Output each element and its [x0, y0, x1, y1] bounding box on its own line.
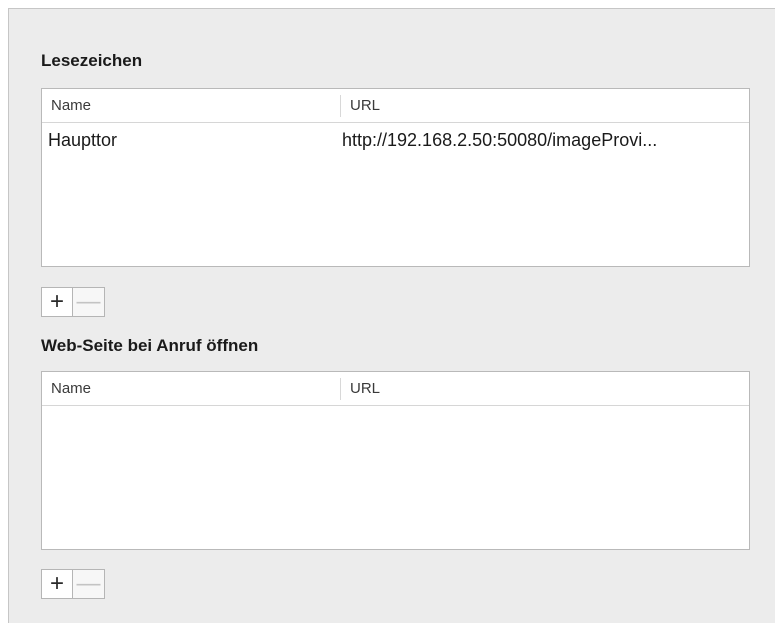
bookmark-url-cell: http://192.168.2.50:50080/imageProvi... — [342, 130, 658, 150]
table-row[interactable]: Haupttor http://192.168.2.50:50080/image… — [42, 123, 749, 157]
open-page-section-title: Web-Seite bei Anruf öffnen — [41, 336, 259, 355]
bookmarks-url-column-header[interactable]: URL — [342, 89, 380, 122]
remove-open-page-button[interactable]: — — [73, 569, 105, 599]
bookmarks-name-column-header[interactable]: Name — [51, 89, 91, 122]
bookmark-name-cell: Haupttor — [48, 130, 118, 150]
settings-panel: Lesezeichen Name URL Haupttor http://192… — [8, 8, 775, 623]
open-page-table-header: Name URL — [42, 372, 749, 406]
bookmarks-table[interactable]: Name URL Haupttor http://192.168.2.50:50… — [41, 88, 750, 267]
bookmarks-button-group: + — — [41, 287, 105, 317]
add-open-page-button[interactable]: + — [41, 569, 73, 599]
column-divider[interactable] — [340, 95, 341, 117]
bookmarks-section-title: Lesezeichen — [41, 51, 143, 70]
remove-bookmark-button[interactable]: — — [73, 287, 105, 317]
column-divider[interactable] — [340, 378, 341, 400]
open-page-button-group: + — — [41, 569, 105, 599]
bookmarks-table-body: Haupttor http://192.168.2.50:50080/image… — [42, 123, 749, 157]
bookmarks-table-header: Name URL — [42, 89, 749, 123]
open-page-name-column-header[interactable]: Name — [51, 372, 91, 405]
open-page-table[interactable]: Name URL — [41, 371, 750, 550]
add-bookmark-button[interactable]: + — [41, 287, 73, 317]
open-page-url-column-header[interactable]: URL — [342, 372, 380, 405]
